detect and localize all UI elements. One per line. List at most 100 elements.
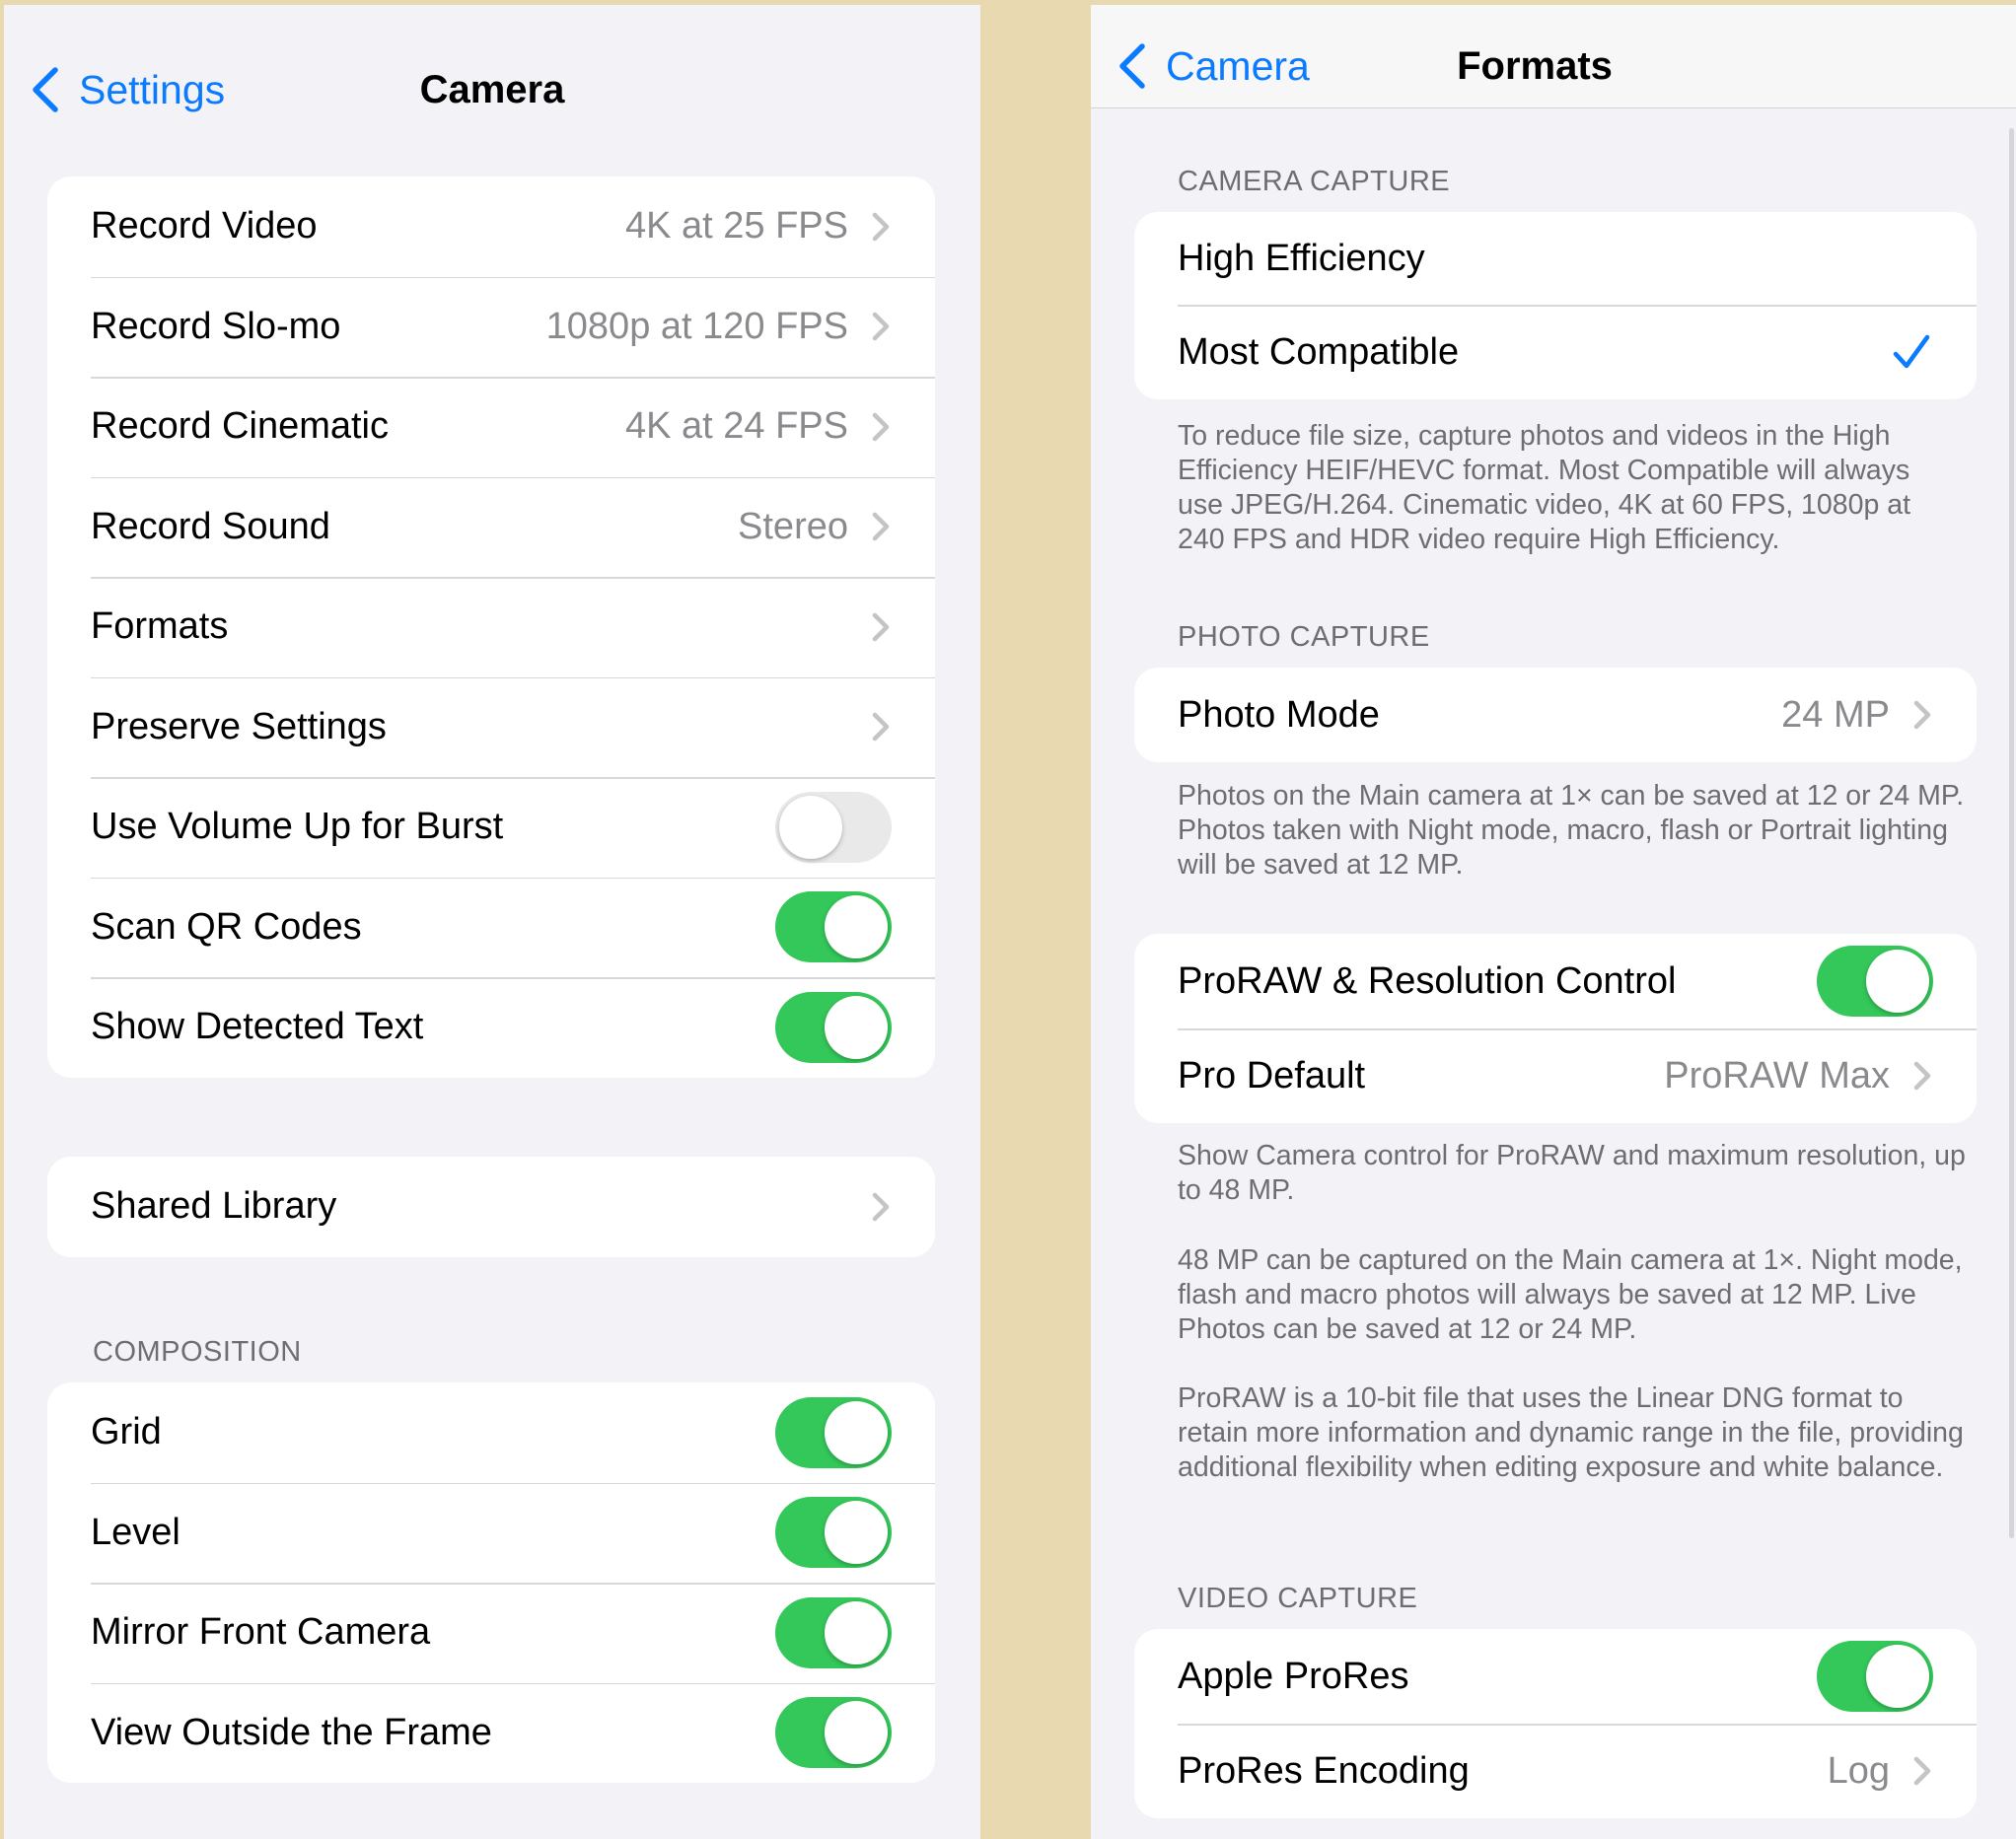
- formats-panel: Camera Formats CAMERA CAPTURE High Effic…: [1091, 5, 2016, 1839]
- scan-qr-codes-toggle[interactable]: [775, 891, 892, 963]
- checkmark-icon: [1893, 334, 1930, 369]
- row-level: Level: [47, 1482, 935, 1584]
- row-record-cinematic[interactable]: Record Cinematic 4K at 24 FPS: [47, 377, 935, 477]
- row-value: 1080p at 120 FPS: [545, 305, 848, 347]
- grid-toggle[interactable]: [775, 1396, 892, 1468]
- row-use-volume-up-for-burst: Use Volume Up for Burst: [47, 777, 935, 878]
- shared-library-group: Shared Library: [47, 1157, 935, 1257]
- proraw-footer-2: 48 MP can be captured on the Main camera…: [1178, 1244, 1963, 1345]
- camera-settings-panel: Settings Camera Record Video 4K at 25 FPS…: [4, 5, 980, 1839]
- row-proraw-resolution-control: ProRAW & Resolution Control: [1134, 934, 1977, 1028]
- row-record-video[interactable]: Record Video 4K at 25 FPS: [47, 177, 935, 277]
- scrollbar[interactable]: [2009, 128, 2014, 1538]
- row-photo-mode[interactable]: Photo Mode 24 MP: [1134, 668, 1977, 762]
- section-header-composition: COMPOSITION: [93, 1336, 302, 1368]
- row-value: Log: [1827, 1749, 1890, 1792]
- row-record-slo-mo[interactable]: Record Slo-mo 1080p at 120 FPS: [47, 276, 935, 378]
- show-detected-text-toggle[interactable]: [775, 991, 892, 1063]
- row-label: Record Video: [91, 205, 318, 248]
- row-value: 4K at 25 FPS: [624, 205, 848, 248]
- nav-bar: Camera Formats: [1091, 5, 2016, 108]
- chevron-right-icon: [872, 1192, 890, 1221]
- row-prores-encoding[interactable]: ProRes Encoding Log: [1134, 1724, 1977, 1818]
- toggle-knob: [1866, 950, 1929, 1013]
- nav-bar: Settings Camera: [4, 5, 980, 173]
- proraw-footer-1: Show Camera control for ProRAW and maxim…: [1178, 1140, 1966, 1206]
- chevron-left-icon: [1119, 43, 1145, 89]
- page-title: Formats: [1457, 44, 1613, 88]
- row-value: Stereo: [738, 505, 848, 547]
- option-label: High Efficiency: [1178, 237, 1425, 279]
- toggle-knob: [779, 795, 842, 859]
- row-shared-library[interactable]: Shared Library: [47, 1157, 935, 1257]
- row-label: Show Detected Text: [91, 1006, 424, 1048]
- row-label: ProRAW & Resolution Control: [1178, 959, 1677, 1002]
- back-label: Camera: [1166, 42, 1310, 89]
- row-pro-default[interactable]: Pro Default ProRAW Max: [1134, 1028, 1977, 1123]
- row-preserve-settings[interactable]: Preserve Settings: [47, 676, 935, 778]
- apple-prores-toggle[interactable]: [1817, 1641, 1933, 1712]
- chevron-right-icon: [1913, 1061, 1931, 1091]
- section-header-video-capture: VIDEO CAPTURE: [1178, 1583, 1418, 1614]
- toggle-knob: [825, 895, 888, 959]
- row-scan-qr-codes: Scan QR Codes: [47, 877, 935, 978]
- row-label: Record Slo-mo: [91, 305, 341, 347]
- photo-mode-footer: Photos on the Main camera at 1× can be s…: [1178, 780, 1965, 881]
- row-record-sound[interactable]: Record Sound Stereo: [47, 476, 935, 578]
- row-value: ProRAW Max: [1664, 1054, 1890, 1096]
- toggle-knob: [1866, 1645, 1929, 1708]
- toggle-knob: [825, 1701, 888, 1765]
- row-mirror-front-camera: Mirror Front Camera: [47, 1583, 935, 1683]
- row-label: Shared Library: [91, 1185, 337, 1228]
- section-header-camera-capture: CAMERA CAPTURE: [1178, 166, 1451, 197]
- toggle-knob: [825, 1600, 888, 1664]
- chevron-right-icon: [872, 313, 890, 341]
- row-grid: Grid: [47, 1382, 935, 1483]
- chevron-right-icon: [872, 612, 890, 641]
- row-label: Photo Mode: [1178, 693, 1380, 736]
- option-most-compatible[interactable]: Most Compatible: [1134, 305, 1977, 399]
- row-label: Pro Default: [1178, 1054, 1366, 1096]
- section-header-photo-capture: PHOTO CAPTURE: [1178, 621, 1430, 653]
- level-toggle[interactable]: [775, 1497, 892, 1569]
- camera-capture-footer: To reduce file size, capture photos and …: [1178, 420, 1910, 555]
- back-button-camera[interactable]: Camera: [1116, 42, 1310, 90]
- video-capture-group: Apple ProRes ProRes Encoding Log: [1134, 1629, 1977, 1818]
- row-show-detected-text: Show Detected Text: [47, 977, 935, 1078]
- row-formats[interactable]: Formats: [47, 577, 935, 677]
- row-label: Level: [91, 1511, 180, 1553]
- view-outside-the-frame-toggle[interactable]: [775, 1697, 892, 1769]
- use-volume-up-for-burst-toggle[interactable]: [775, 791, 892, 863]
- chevron-right-icon: [872, 513, 890, 541]
- camera-capture-group: High Efficiency Most Compatible: [1134, 212, 1977, 399]
- row-label: Grid: [91, 1411, 162, 1453]
- proraw-group: ProRAW & Resolution Control Pro Default …: [1134, 934, 1977, 1123]
- row-label: Apple ProRes: [1178, 1655, 1409, 1697]
- proraw-footer-3: ProRAW is a 10-bit file that uses the Li…: [1178, 1382, 1964, 1483]
- toggle-knob: [825, 995, 888, 1059]
- mirror-front-camera-toggle[interactable]: [775, 1596, 892, 1668]
- camera-main-group: Record Video 4K at 25 FPS Record Slo-mo 108…: [47, 177, 935, 1078]
- page-title: Camera: [419, 68, 565, 111]
- option-label: Most Compatible: [1178, 330, 1460, 373]
- row-apple-prores: Apple ProRes: [1134, 1629, 1977, 1724]
- toggle-knob: [825, 1400, 888, 1464]
- chevron-right-icon: [872, 412, 890, 441]
- row-label: Record Sound: [91, 505, 330, 547]
- row-label: Scan QR Codes: [91, 905, 362, 948]
- photo-mode-group: Photo Mode 24 MP: [1134, 668, 1977, 762]
- proraw-toggle[interactable]: [1817, 946, 1933, 1017]
- chevron-right-icon: [1913, 1756, 1931, 1786]
- composition-group: Grid Level Mirror Front Camera View Outside…: [47, 1382, 935, 1783]
- row-label: Formats: [91, 605, 229, 648]
- chevron-right-icon: [1913, 700, 1931, 730]
- row-label: Use Volume Up for Burst: [91, 806, 504, 848]
- row-label: Mirror Front Camera: [91, 1611, 431, 1654]
- toggle-knob: [825, 1501, 888, 1565]
- row-label: View Outside the Frame: [91, 1711, 492, 1753]
- row-label: Preserve Settings: [91, 705, 387, 747]
- row-label: Record Cinematic: [91, 405, 389, 448]
- row-view-outside-the-frame: View Outside the Frame: [47, 1682, 935, 1784]
- option-high-efficiency[interactable]: High Efficiency: [1134, 212, 1977, 305]
- chevron-right-icon: [872, 212, 890, 241]
